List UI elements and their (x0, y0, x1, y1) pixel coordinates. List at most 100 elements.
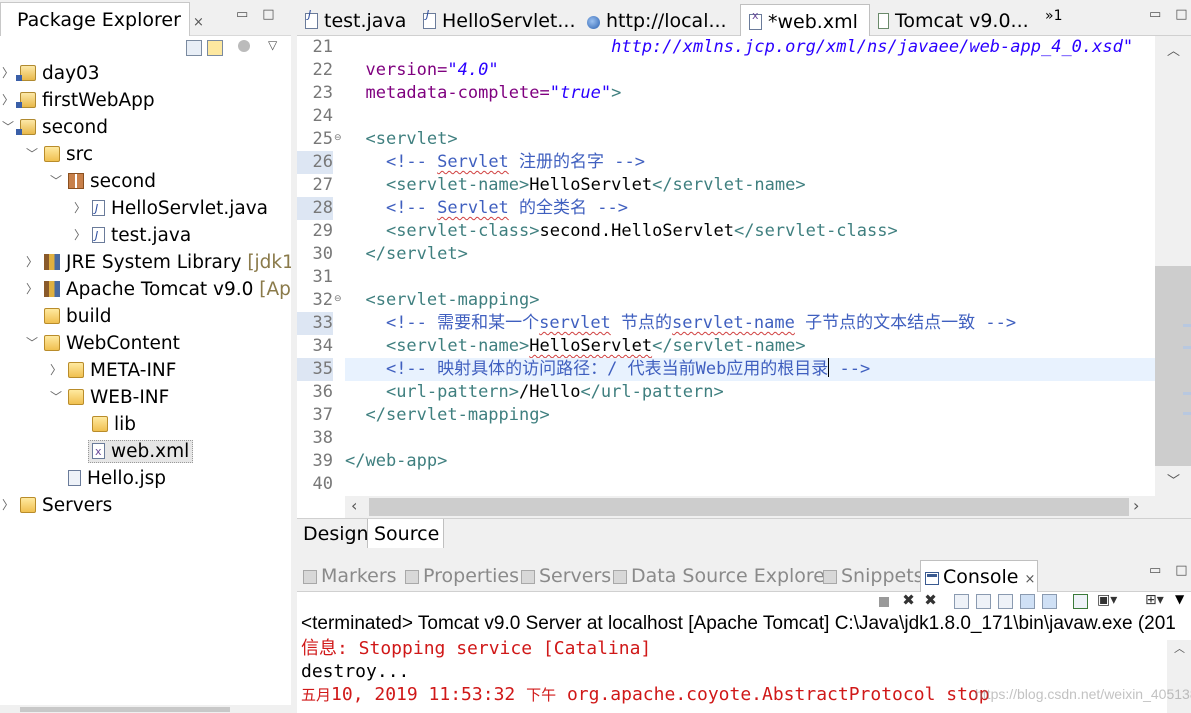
expand-icon[interactable]: 〉 (0, 87, 16, 114)
xml-editor[interactable]: 21 22 23 24 25 ⊖ 26 27 28 29 30 31 32 ⊖ 33 34 35 36 37 38 39… (297, 36, 1191, 518)
expand-icon[interactable]: 〉 (72, 195, 88, 222)
tab-markers[interactable]: Markers (299, 560, 401, 592)
view-menu-icon[interactable]: ▽ (268, 38, 277, 52)
word-wrap-icon[interactable] (998, 594, 1013, 609)
tab-test-java[interactable]: test.java (297, 4, 415, 36)
code-token: Servlet (437, 152, 509, 172)
tab-data-source-explorer[interactable]: Data Source Explorer (609, 560, 837, 592)
line-number: 24 (312, 106, 333, 126)
remove-launch-icon[interactable]: ✖ (901, 593, 916, 609)
tab-overflow-button[interactable]: »1 (1045, 8, 1062, 24)
tree-item-label: firstWebApp (42, 90, 155, 111)
overview-mark[interactable] (1183, 392, 1191, 395)
tab-console[interactable]: Console × (920, 560, 1038, 592)
scroll-right-icon[interactable]: › (1133, 496, 1139, 515)
remove-all-terminated-icon[interactable]: ✖ (923, 593, 938, 609)
expand-icon[interactable]: 〉 (0, 60, 16, 87)
panel-sash[interactable] (297, 548, 1191, 556)
minimize-maximize-icons[interactable]: ▭□ (1149, 7, 1191, 22)
tab-localhost-browser[interactable]: http://local... (579, 4, 739, 36)
scroll-thumb[interactable] (20, 707, 230, 712)
collapse-all-icon[interactable] (186, 40, 202, 56)
tab-servers[interactable]: Servers (517, 560, 615, 592)
tab-tomcat-server[interactable]: Tomcat v9.0... (870, 4, 1030, 36)
editor-horizontal-scrollbar[interactable]: ‹ › (345, 496, 1191, 518)
tree-item-hello-jsp[interactable]: Hello.jsp (48, 465, 166, 492)
scroll-down-icon[interactable]: ﹀ (1167, 470, 1180, 489)
tree-item-label: Apache Tomcat v9.0 (66, 279, 254, 300)
scroll-left-icon[interactable]: ‹ (351, 496, 357, 515)
tab-design[interactable]: Design (297, 519, 373, 549)
tab-source[interactable]: Source (367, 519, 445, 549)
overview-mark[interactable] (1183, 346, 1191, 349)
tab-snippets[interactable]: Snippets (819, 560, 928, 592)
scroll-up-icon[interactable]: ︿ (1167, 40, 1180, 59)
tree-item-jre-system-library[interactable]: 〉 JRE System Library [jdk1.8 (24, 249, 291, 276)
tree-item-lib[interactable]: lib (72, 411, 136, 438)
collapse-icon[interactable]: ﹀ (0, 114, 16, 141)
scroll-up-icon[interactable]: ︿ (1174, 640, 1185, 656)
fold-toggle-icon[interactable]: ⊖ (334, 294, 342, 304)
open-console-icon[interactable]: ⊞▾ (1145, 593, 1164, 609)
console-vertical-scrollbar[interactable]: ︿ (1167, 640, 1191, 713)
pin-console-icon[interactable] (1073, 594, 1088, 609)
expand-icon[interactable]: 〉 (48, 357, 64, 384)
clear-console-icon[interactable] (954, 594, 969, 609)
tree-item-webcontent[interactable]: ﹀ WebContent (24, 330, 180, 357)
tree-item-second-project[interactable]: ﹀ second (0, 114, 108, 141)
tree-item-helloservlet-java[interactable]: 〉 HelloServlet.java (72, 195, 268, 222)
close-icon[interactable]: × (193, 15, 204, 30)
expand-icon[interactable]: 〉 (0, 492, 16, 519)
collapse-icon[interactable]: ﹀ (24, 330, 40, 357)
view-menu-icon[interactable]: ▼ (1175, 592, 1184, 606)
package-explorer-tab[interactable]: Package Explorer × (0, 2, 204, 36)
tree-item-apache-tomcat-library[interactable]: 〉 Apache Tomcat v9.0 [Apac (24, 276, 291, 303)
tree-item-src[interactable]: ﹀ src (24, 141, 93, 168)
project-icon (16, 119, 36, 135)
collapse-icon[interactable]: ﹀ (24, 141, 40, 168)
tab-properties[interactable]: Properties (401, 560, 523, 592)
overview-mark[interactable] (1183, 324, 1191, 327)
tree-item-servers[interactable]: 〉 Servers (0, 492, 112, 519)
overview-mark[interactable] (1183, 412, 1191, 415)
editor-vertical-scrollbar[interactable]: ︿ ﹀ (1155, 36, 1191, 496)
close-icon[interactable]: × (1024, 572, 1035, 587)
collapse-icon[interactable]: ﹀ (48, 384, 64, 411)
link-with-editor-icon[interactable] (207, 40, 223, 56)
explorer-horizontal-scrollbar[interactable] (0, 705, 291, 713)
tree-item-build[interactable]: build (24, 303, 112, 330)
scroll-lock-icon[interactable] (976, 594, 991, 609)
display-selected-console-icon[interactable]: ▣▾ (1097, 593, 1117, 609)
fold-toggle-icon[interactable]: ⊖ (334, 133, 342, 143)
code-line-23: metadata-complete="true"> (345, 82, 1155, 105)
tab-web-xml[interactable]: *web.xml × (740, 4, 870, 36)
tree-item-firstwebapp[interactable]: 〉 firstWebApp (0, 87, 155, 114)
tab-label: test.java (324, 10, 407, 32)
expand-icon[interactable]: 〉 (24, 249, 40, 276)
selected-item[interactable]: web.xml (88, 438, 194, 465)
scroll-thumb[interactable] (369, 498, 1129, 516)
code-token: <!-- (385, 152, 438, 172)
show-on-stderr-icon[interactable] (1042, 594, 1057, 609)
tab-helloservlet[interactable]: HelloServlet... (415, 4, 579, 36)
tree-item-meta-inf[interactable]: 〉 META-INF (48, 357, 176, 384)
tree-item-second-package[interactable]: ﹀ second (48, 168, 156, 195)
focus-icon[interactable] (238, 40, 250, 52)
expand-icon[interactable]: 〉 (72, 222, 88, 249)
collapse-icon[interactable]: ﹀ (48, 168, 64, 195)
minimize-maximize-icons[interactable]: ▭□ (1149, 563, 1191, 578)
minimize-maximize-icons[interactable]: ▭□ (236, 7, 289, 22)
code-token: </servlet> (365, 244, 468, 264)
tree-item-day03[interactable]: 〉 day03 (0, 60, 100, 87)
tree-item-test-java[interactable]: 〉 test.java (72, 222, 191, 249)
line-number: 28 (297, 197, 333, 220)
code-area[interactable]: http://xmlns.jcp.org/xml/ns/javaee/web-a… (345, 36, 1155, 496)
tree-item-web-inf[interactable]: ﹀ WEB-INF (48, 384, 169, 411)
tree-item-web-xml[interactable]: web.xml (72, 438, 194, 465)
show-on-stdout-icon[interactable] (1020, 594, 1035, 609)
code-line-36: <url-pattern>/Hello</url-pattern> (345, 381, 1155, 404)
console-text: 五月 (301, 686, 332, 704)
scroll-thumb[interactable] (1155, 266, 1191, 466)
expand-icon[interactable]: 〉 (24, 276, 40, 303)
terminate-icon[interactable] (879, 597, 889, 607)
